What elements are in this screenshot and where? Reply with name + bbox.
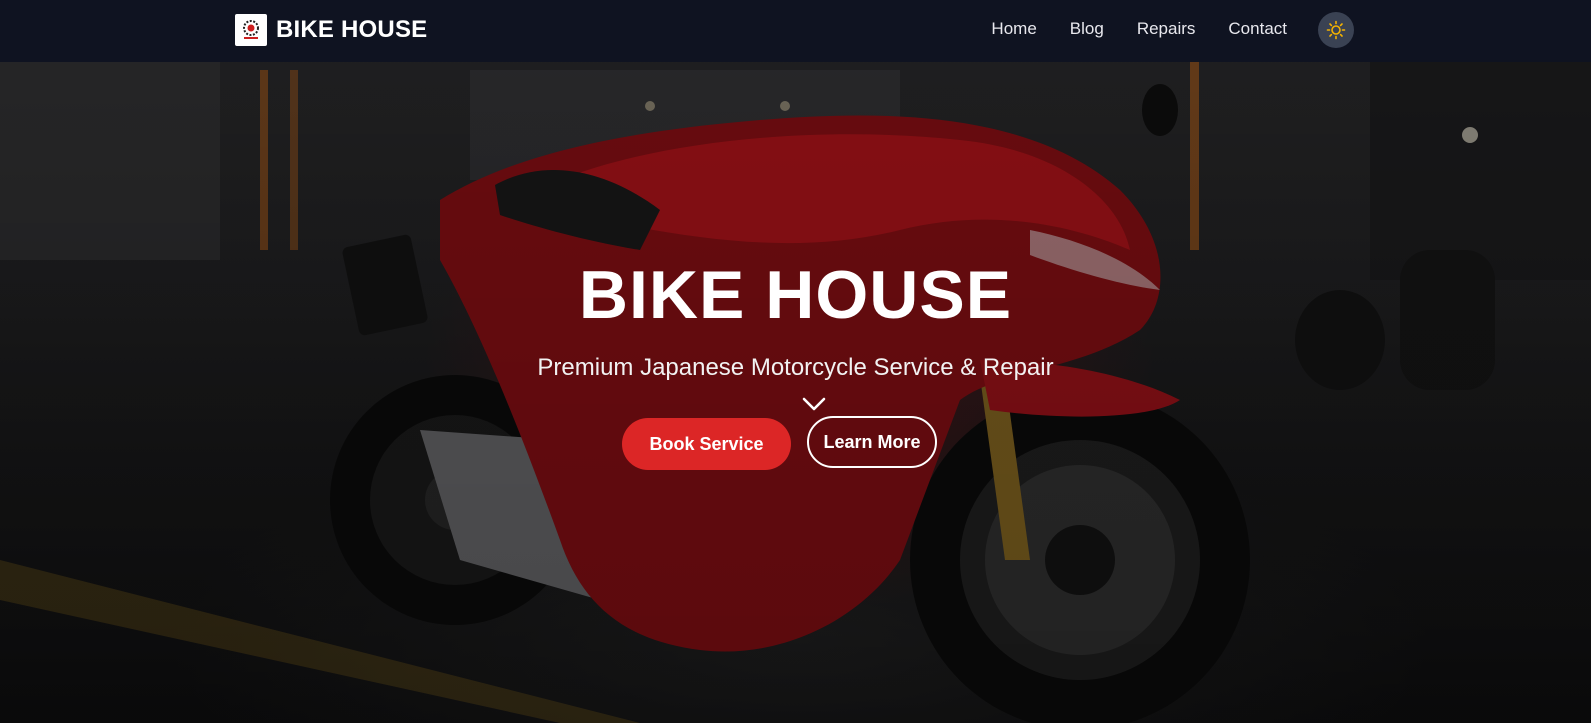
nav-link-blog[interactable]: Blog [1070,19,1104,39]
hero-subtitle: Premium Japanese Motorcycle Service & Re… [537,354,1054,381]
brand[interactable]: BIKE HOUSE [235,14,427,46]
learn-more-button[interactable]: Learn More [807,416,937,468]
chevron-down-icon[interactable] [802,396,826,412]
brand-name: BIKE HOUSE [276,16,428,43]
book-service-button[interactable]: Book Service [622,418,791,470]
navbar: BIKE HOUSE Home Blog Repairs Contact [0,0,1591,62]
hero-title: BIKE HOUSE [578,257,1013,333]
sun-icon [1326,20,1346,40]
hero-section: BIKE HOUSE Premium Japanese Motorcycle S… [0,0,1591,723]
bike-house-logo-icon [235,14,267,46]
nav-link-repairs[interactable]: Repairs [1137,19,1196,39]
nav-link-home[interactable]: Home [991,19,1036,39]
theme-toggle-button[interactable] [1318,12,1354,48]
nav-links: Home Blog Repairs Contact [991,19,1287,39]
page: BIKE HOUSE Home Blog Repairs Contact BIK… [0,0,1591,723]
nav-link-contact[interactable]: Contact [1228,19,1287,39]
